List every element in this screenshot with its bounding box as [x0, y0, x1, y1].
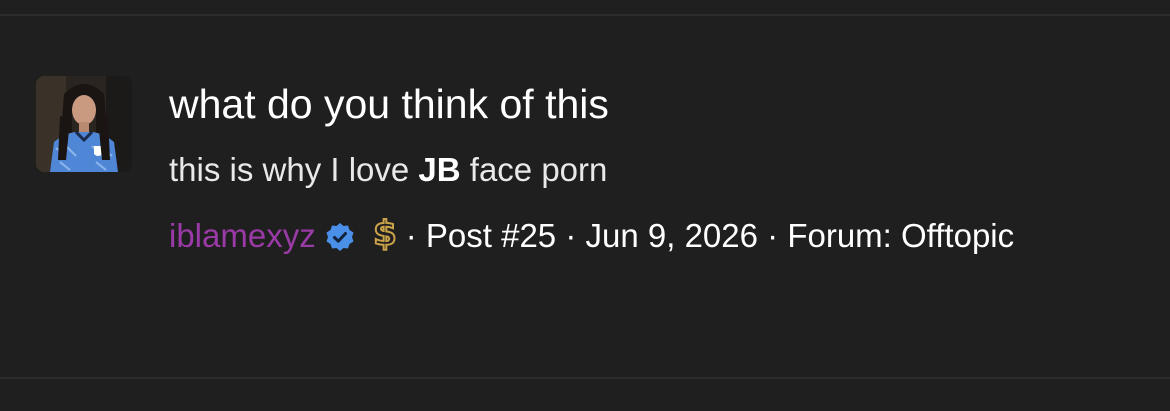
post-number[interactable]: Post #25 [426, 217, 556, 254]
post-snippet: this is why I love JB face porn [169, 150, 1129, 190]
author-link[interactable]: iblamexyz [169, 217, 316, 254]
snippet-text-after: face porn [460, 151, 608, 188]
dollar-badge-icon: $ [370, 213, 400, 270]
post-date: Jun 9, 2026 [585, 217, 758, 254]
avatar-image [36, 76, 132, 172]
snippet-text-before: this is why I love [169, 151, 419, 188]
post-title[interactable]: what do you think of this [169, 78, 1129, 130]
forum-label: Forum: [787, 217, 892, 254]
forum-link[interactable]: Offtopic [901, 217, 1014, 254]
meta-separator: · [767, 217, 779, 254]
meta-separator: · [565, 217, 577, 254]
post-content: what do you think of this this is why I … [169, 78, 1129, 270]
avatar[interactable] [36, 76, 132, 172]
meta-separator: · [405, 217, 417, 254]
svg-text:$: $ [373, 214, 397, 253]
post-meta: iblamexyz $ · Post #25 · Jun 9, 2026 · For… [169, 208, 1129, 270]
search-result-post[interactable]: what do you think of this this is why I … [0, 16, 1170, 376]
snippet-highlight: JB [418, 151, 461, 188]
verified-check-icon [324, 214, 356, 270]
bottom-divider [0, 377, 1170, 379]
